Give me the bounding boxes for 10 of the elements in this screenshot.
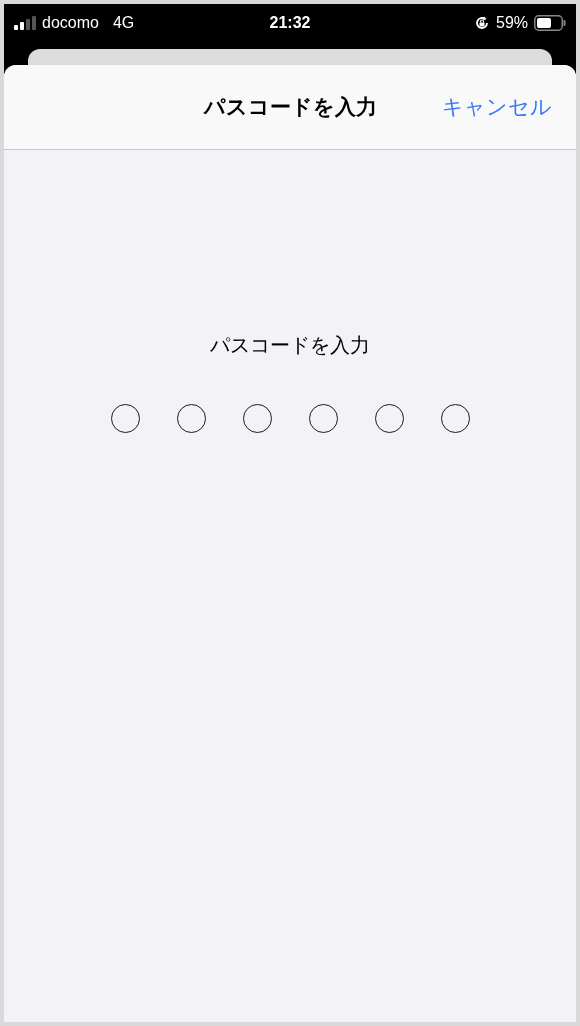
cancel-button[interactable]: キャンセル — [442, 91, 552, 123]
network-type: 4G — [112, 13, 135, 33]
battery-percent: 59% — [496, 13, 528, 33]
clock: 21:32 — [269, 13, 311, 33]
battery-icon — [534, 15, 566, 31]
signal-icon — [14, 16, 36, 30]
passcode-prompt: パスコードを入力 — [210, 333, 370, 358]
carrier-name: docomo — [42, 13, 99, 33]
rotation-lock-icon — [474, 15, 490, 31]
sheet-title: パスコードを入力 — [203, 94, 377, 121]
